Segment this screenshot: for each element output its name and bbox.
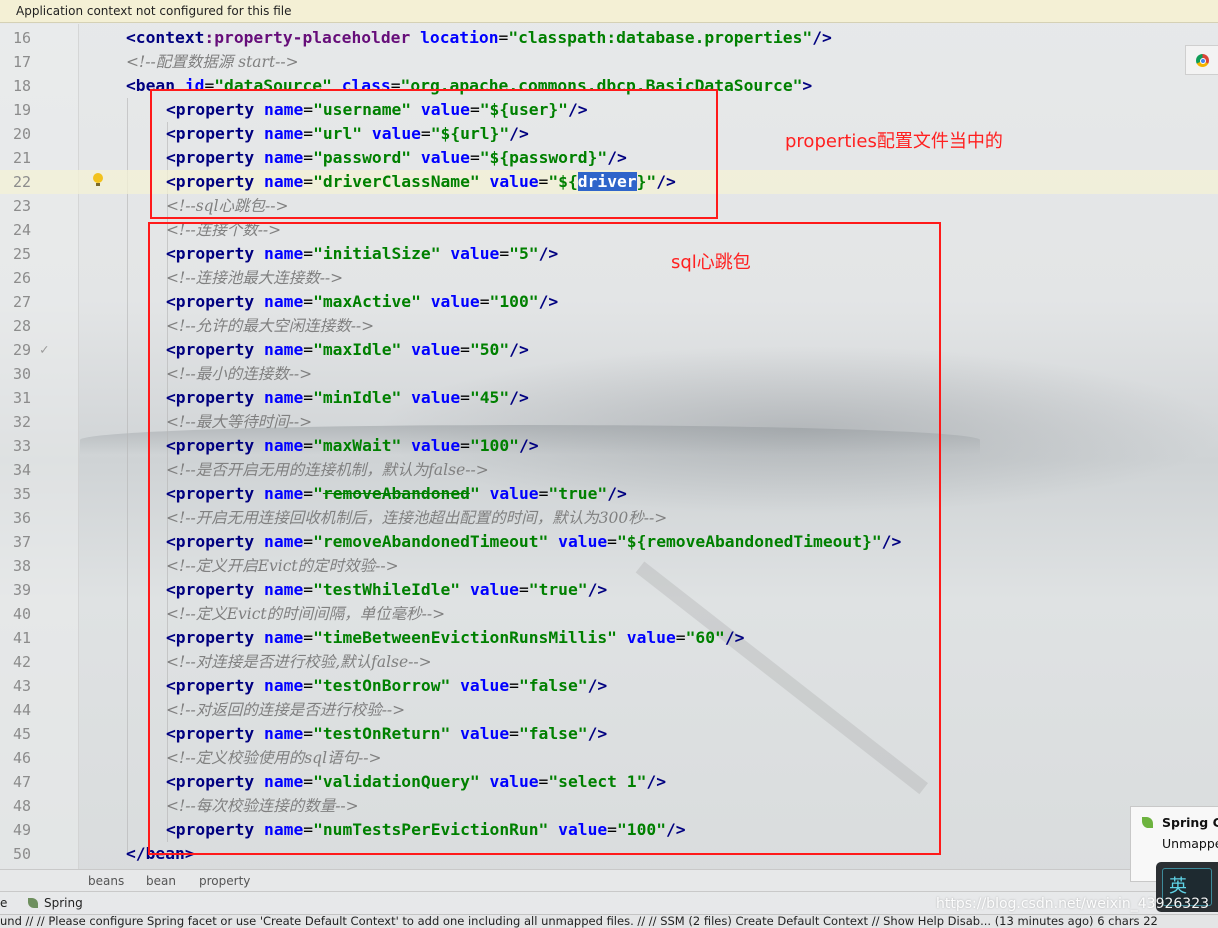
line-number[interactable]: 42 <box>0 650 31 674</box>
line-number[interactable]: 33 <box>0 434 31 458</box>
line-number[interactable]: 26 <box>0 266 31 290</box>
line-number[interactable]: 35 <box>0 482 31 506</box>
line-number[interactable]: 44 <box>0 698 31 722</box>
line-number[interactable]: 30 <box>0 362 31 386</box>
chrome-icon <box>1196 54 1209 67</box>
line-number[interactable]: 34 <box>0 458 31 482</box>
line-number[interactable]: 36 <box>0 506 31 530</box>
code-content: <!--配置数据源 start--> <box>126 50 299 74</box>
annotation-box-properties <box>150 89 718 219</box>
line-number[interactable]: 49 <box>0 818 31 842</box>
line-number[interactable]: 32 <box>0 410 31 434</box>
line-number[interactable]: 47 <box>0 770 31 794</box>
xml-comment: <!--配置数据源 start--> <box>126 53 299 71</box>
line-number[interactable]: 41 <box>0 626 31 650</box>
line-number[interactable]: 45 <box>0 722 31 746</box>
line-number[interactable]: 27 <box>0 290 31 314</box>
line-number[interactable]: 28 <box>0 314 31 338</box>
xml-tag: /> <box>812 28 832 47</box>
status-message[interactable]: und // // Please configure Spring facet … <box>0 915 1158 928</box>
line-number[interactable]: 37 <box>0 530 31 554</box>
line-number[interactable]: 46 <box>0 746 31 770</box>
xml-tag: <context <box>126 28 205 47</box>
xml-tag: > <box>802 76 813 95</box>
context-notice-bar[interactable]: Application context not configured for t… <box>0 0 1218 23</box>
xml-tag-name: :property-placeholder <box>204 28 411 47</box>
xml-attribute: location <box>420 28 499 47</box>
line-number[interactable]: 48 <box>0 794 31 818</box>
line-number[interactable]: 23 <box>0 194 31 218</box>
breadcrumb-item-bean[interactable]: bean <box>146 870 176 892</box>
annotation-box-sql-heartbeat <box>148 222 941 855</box>
code-line[interactable]: 17 <!--配置数据源 start--> <box>0 50 1218 74</box>
breadcrumb-item-beans[interactable]: beans <box>88 870 124 892</box>
line-number[interactable]: 31 <box>0 386 31 410</box>
line-number[interactable]: 40 <box>0 602 31 626</box>
breadcrumb: beans bean property <box>0 869 1218 892</box>
watermark: https://blog.csdn.net/weixin_43926323 <box>936 896 1210 912</box>
line-number[interactable]: 29 <box>0 338 31 362</box>
line-number[interactable]: 39 <box>0 578 31 602</box>
spring-leaf-icon <box>28 898 38 908</box>
line-number[interactable]: 21 <box>0 146 31 170</box>
popup-subtitle: Unmappe <box>1162 836 1218 851</box>
code-content: <context:property-placeholder location="… <box>126 26 832 50</box>
line-number[interactable]: 19 <box>0 98 31 122</box>
popup-title: Spring Co <box>1162 815 1218 830</box>
line-number[interactable]: 50 <box>0 842 31 866</box>
code-token: = <box>498 28 509 47</box>
open-in-browser-button[interactable] <box>1185 45 1218 75</box>
line-number[interactable]: 43 <box>0 674 31 698</box>
line-number[interactable]: 24 <box>0 218 31 242</box>
line-number[interactable]: 18 <box>0 74 31 98</box>
tool-tab-spring[interactable]: Spring <box>44 892 83 915</box>
xml-value: "classpath:database.properties" <box>508 28 813 47</box>
spring-leaf-icon <box>1142 817 1153 828</box>
status-bar: und // // Please configure Spring facet … <box>0 914 1218 928</box>
line-number[interactable]: 16 <box>0 26 31 50</box>
intention-bulb-icon[interactable] <box>93 173 103 186</box>
breadcrumb-item-property[interactable]: property <box>199 870 250 892</box>
line-number[interactable]: 25 <box>0 242 31 266</box>
line-number[interactable]: 38 <box>0 554 31 578</box>
annotation-label-sql: sql心跳包 <box>671 252 751 273</box>
fold-check-icon: ✓ <box>40 342 49 358</box>
line-number[interactable]: 20 <box>0 122 31 146</box>
line-number[interactable]: 22 <box>0 170 31 194</box>
tool-tab-cut[interactable]: e <box>0 892 7 915</box>
annotation-label-properties: properties配置文件当中的 <box>785 131 1003 152</box>
line-number[interactable]: 17 <box>0 50 31 74</box>
code-line[interactable]: 16 <context:property-placeholder location… <box>0 26 1218 50</box>
